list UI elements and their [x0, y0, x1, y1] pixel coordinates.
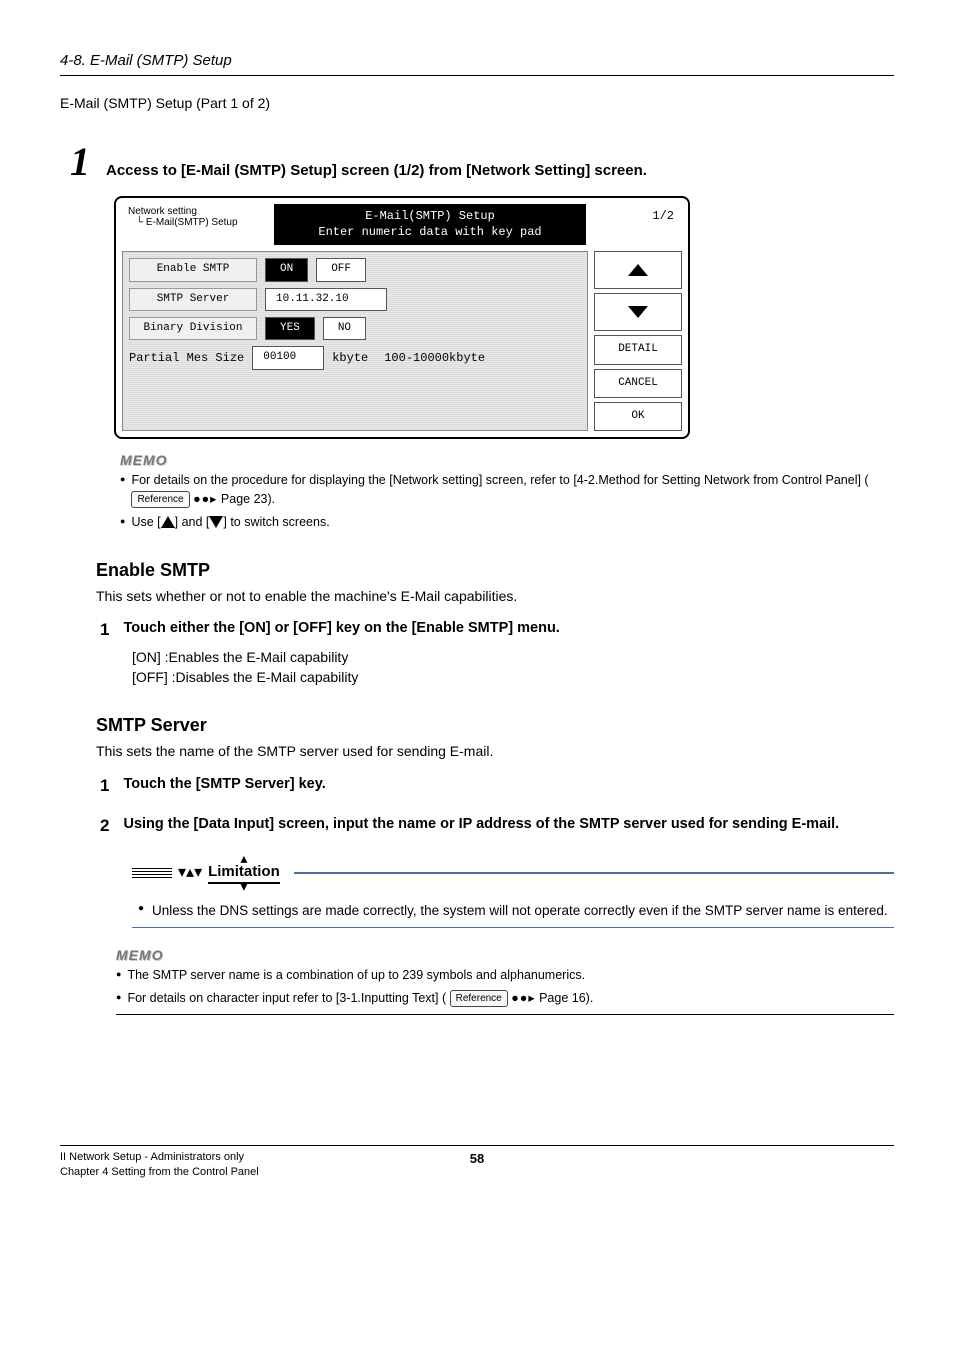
memo-bullet-1: For details on the procedure for display…: [131, 471, 894, 509]
step-number: 2: [100, 814, 109, 838]
binary-division-no-button[interactable]: NO: [323, 317, 366, 340]
panel-title: E-Mail(SMTP) Setup Enter numeric data wi…: [274, 204, 586, 246]
reference-dots-icon: ●●▸: [193, 490, 217, 509]
partial-mes-size-label: Partial Mes Size: [129, 350, 244, 367]
control-panel-mock: Network setting └ E-Mail(SMTP) Setup E-M…: [114, 196, 894, 440]
partial-mes-size-range: 100-10000kbyte: [384, 350, 485, 367]
reference-badge: Reference: [131, 491, 189, 508]
step-number: 1: [100, 774, 109, 798]
page-footer: II Network Setup - Administrators only C…: [60, 1145, 894, 1181]
limitation-lines-icon: [132, 868, 172, 878]
memo-underline: [116, 1014, 894, 1015]
enable-smtp-step-1: 1 Touch either the [ON] or [OFF] key on …: [100, 618, 894, 642]
bullet-icon: ●: [116, 989, 121, 1005]
partial-mes-size-unit: kbyte: [332, 350, 368, 367]
binary-division-label: Binary Division: [129, 317, 257, 340]
section-header: 4-8. E-Mail (SMTP) Setup: [60, 50, 894, 76]
footer-left: II Network Setup - Administrators only C…: [60, 1150, 259, 1181]
partial-mes-size-row: Partial Mes Size 00100 kbyte 100-10000kb…: [129, 346, 581, 369]
footer-left-line2: Chapter 4 Setting from the Control Panel: [60, 1165, 259, 1180]
panel-title-line1: E-Mail(SMTP) Setup: [280, 208, 580, 225]
detail-button[interactable]: DETAIL: [594, 335, 682, 364]
page-number: 58: [470, 1150, 484, 1168]
smtp-server-step-2: 2 Using the [Data Input] screen, input t…: [100, 814, 894, 838]
reference-badge: Reference: [450, 990, 508, 1007]
enable-smtp-heading: Enable SMTP: [96, 558, 894, 583]
memo-label: MEMO: [116, 946, 894, 966]
smtp-server-label-button[interactable]: SMTP Server: [129, 288, 257, 311]
smtp-server-desc: This sets the name of the SMTP server us…: [96, 742, 894, 762]
step-text: Touch the [SMTP Server] key.: [123, 774, 325, 798]
memo-label: MEMO: [120, 451, 894, 471]
partial-mes-size-value[interactable]: 00100: [252, 346, 324, 369]
down-arrow-icon: [209, 516, 223, 528]
smtp-server-row: SMTP Server 10.11.32.10: [129, 288, 581, 311]
option-on: [ON] :Enables the E-Mail capability: [132, 648, 894, 668]
limitation-star-icon: ▾▴▾: [178, 868, 202, 878]
ok-button[interactable]: OK: [594, 402, 682, 431]
panel-breadcrumb: Network setting └ E-Mail(SMTP) Setup: [122, 204, 274, 246]
cancel-button[interactable]: CANCEL: [594, 369, 682, 398]
option-off: [OFF] :Disables the E-Mail capability: [132, 668, 894, 688]
step-text: Touch either the [ON] or [OFF] key on th…: [123, 618, 559, 642]
limitation-rule: [294, 872, 894, 874]
enable-smtp-label: Enable SMTP: [129, 258, 257, 281]
panel-title-line2: Enter numeric data with key pad: [280, 224, 580, 241]
bullet-icon: ●: [138, 900, 144, 922]
memo-block-2: MEMO ● The SMTP server name is a combina…: [116, 946, 894, 1007]
step-text: Using the [Data Input] screen, input the…: [123, 814, 839, 838]
memo2-bullet-1: The SMTP server name is a combination of…: [127, 966, 585, 985]
smtp-server-heading: SMTP Server: [96, 713, 894, 738]
footer-left-line1: II Network Setup - Administrators only: [60, 1150, 259, 1165]
memo2-bullet-2: For details on character input refer to …: [127, 989, 593, 1008]
enable-smtp-on-button[interactable]: ON: [265, 258, 308, 281]
bullet-icon: ●: [116, 966, 121, 982]
part-label: E-Mail (SMTP) Setup (Part 1 of 2): [60, 94, 894, 114]
enable-smtp-desc: This sets whether or not to enable the m…: [96, 587, 894, 607]
binary-division-row: Binary Division YES NO: [129, 317, 581, 340]
memo-list-1: ● For details on the procedure for displ…: [120, 471, 894, 532]
limitation-block: ▾▴▾ ▴ Limitation ▾ ● Unless the DNS sett…: [132, 856, 894, 929]
step-number: 1: [70, 142, 90, 182]
enable-smtp-row: Enable SMTP ON OFF: [129, 258, 581, 281]
reference-dots-icon: ●●▸: [511, 989, 535, 1008]
page-up-button[interactable]: [594, 251, 682, 289]
main-step-1: 1 Access to [E-Mail (SMTP) Setup] screen…: [70, 142, 894, 182]
memo-bullet-2: Use [] and [] to switch screens.: [131, 513, 329, 532]
panel-page-indicator: 1/2: [586, 204, 682, 246]
limitation-bottom-rule: [132, 927, 894, 928]
bullet-icon: ●: [120, 471, 125, 487]
breadcrumb-line1: Network setting: [128, 206, 268, 217]
enable-smtp-off-button[interactable]: OFF: [316, 258, 366, 281]
bullet-icon: ●: [120, 513, 125, 529]
up-arrow-icon: [161, 516, 175, 528]
smtp-server-step-1: 1 Touch the [SMTP Server] key.: [100, 774, 894, 798]
limitation-text: Unless the DNS settings are made correct…: [152, 900, 888, 922]
page-down-button[interactable]: [594, 293, 682, 331]
step-text: Access to [E-Mail (SMTP) Setup] screen (…: [106, 160, 647, 181]
breadcrumb-line2: └ E-Mail(SMTP) Setup: [128, 217, 268, 228]
smtp-server-value[interactable]: 10.11.32.10: [265, 288, 387, 311]
binary-division-yes-button[interactable]: YES: [265, 317, 315, 340]
step-number: 1: [100, 618, 109, 642]
